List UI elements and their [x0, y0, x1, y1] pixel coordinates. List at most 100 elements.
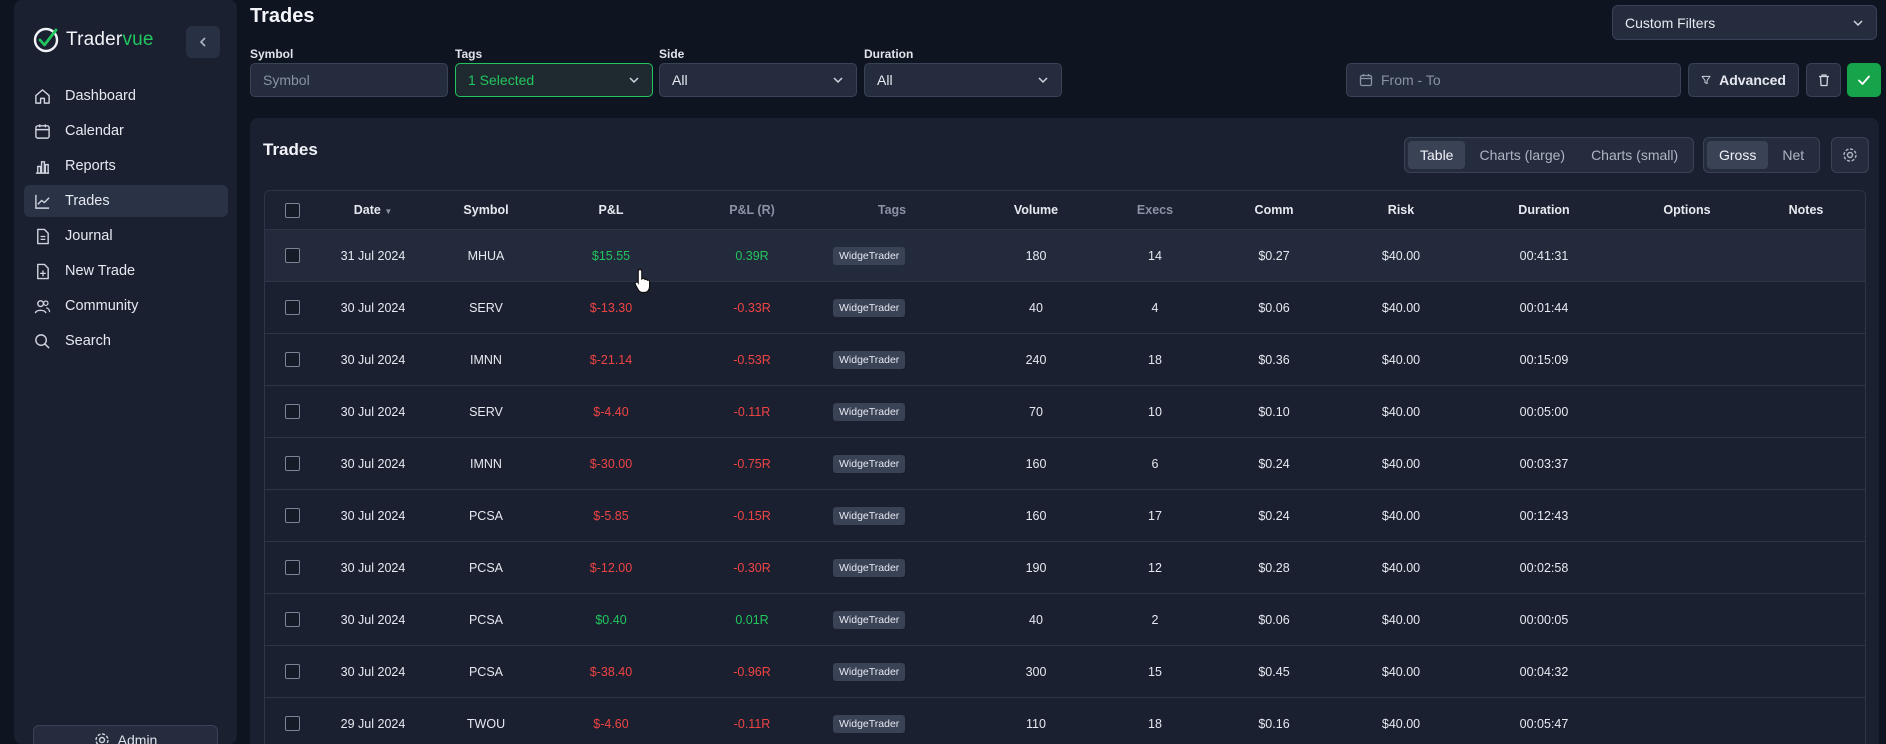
custom-filters-dropdown[interactable]: Custom Filters	[1612, 5, 1877, 40]
cell-symbol[interactable]: PCSA	[427, 509, 545, 523]
tab-gross[interactable]: Gross	[1707, 141, 1769, 169]
cell-volume: 240	[1025, 352, 1047, 367]
sidebar-item-trades[interactable]: Trades	[24, 185, 228, 217]
sidebar-item-search[interactable]: Search	[24, 325, 228, 357]
table-row[interactable]: 29 Jul 2024 TWOU $-4.60 -0.11R WidgeTrader 11…	[265, 698, 1865, 744]
cell-symbol[interactable]: PCSA	[427, 561, 545, 575]
cell-symbol[interactable]: TWOU	[427, 717, 545, 731]
cell-date: 30 Jul 2024	[340, 508, 406, 523]
tab-net[interactable]: Net	[1770, 141, 1816, 169]
column-date[interactable]: Date ▼	[319, 203, 427, 217]
tag-badge[interactable]: WidgeTrader	[833, 350, 906, 369]
table-body: 31 Jul 2024 MHUA $15.55 0.39R WidgeTrader 180…	[265, 230, 1865, 744]
cell-pnl-r: -0.30R	[733, 560, 771, 575]
table-row[interactable]: 31 Jul 2024 MHUA $15.55 0.39R WidgeTrader 180…	[265, 230, 1865, 282]
row-checkbox[interactable]	[284, 612, 300, 627]
cell-risk: $40.00	[1381, 404, 1421, 419]
row-checkbox[interactable]	[284, 664, 300, 679]
column-volume[interactable]: Volume	[957, 203, 1115, 217]
column-pnl[interactable]: P&L	[545, 203, 677, 217]
cell-duration: 00:15:09	[1519, 352, 1569, 367]
table-row[interactable]: 30 Jul 2024 PCSA $-38.40 -0.96R WidgeTrader 3…	[265, 646, 1865, 698]
row-checkbox[interactable]	[284, 716, 300, 731]
cell-pnl: $0.40	[595, 612, 627, 627]
admin-button[interactable]: Admin	[33, 725, 218, 744]
tab-charts-small[interactable]: Charts (small)	[1579, 141, 1690, 169]
row-checkbox[interactable]	[284, 352, 300, 367]
table-row[interactable]: 30 Jul 2024 PCSA $0.40 0.01R WidgeTrader 40 2 $…	[265, 594, 1865, 646]
tab-table-view[interactable]: Table	[1408, 141, 1466, 169]
cell-symbol[interactable]: SERV	[427, 301, 545, 315]
table-row[interactable]: 30 Jul 2024 IMNN $-21.14 -0.53R WidgeTrader 2…	[265, 334, 1865, 386]
table-settings-button[interactable]	[1831, 137, 1869, 173]
cell-symbol[interactable]: MHUA	[427, 249, 545, 263]
row-checkbox[interactable]	[284, 456, 300, 471]
sidebar-item-journal[interactable]: Journal	[24, 220, 228, 252]
tab-charts-large[interactable]: Charts (large)	[1467, 141, 1577, 169]
sidebar-item-calendar[interactable]: Calendar	[24, 115, 228, 147]
collapse-sidebar-button[interactable]	[186, 26, 220, 58]
advanced-filter-button[interactable]: Advanced	[1688, 63, 1799, 97]
row-checkbox[interactable]	[284, 560, 300, 575]
column-comm[interactable]: Comm	[1195, 203, 1353, 217]
row-select-cell	[265, 300, 319, 315]
gear-icon	[94, 733, 109, 744]
trend-line-icon	[35, 194, 50, 209]
row-checkbox[interactable]	[284, 300, 300, 315]
cell-pnl: $-30.00	[589, 456, 633, 471]
apply-filters-button[interactable]	[1847, 63, 1881, 97]
table-row[interactable]: 30 Jul 2024 SERV $-13.30 -0.33R WidgeTrader 4…	[265, 282, 1865, 334]
duration-select[interactable]: All	[864, 63, 1062, 97]
cell-symbol[interactable]: PCSA	[427, 613, 545, 627]
side-select[interactable]: All	[659, 63, 857, 97]
brand-logo[interactable]: Tradervue	[32, 26, 154, 54]
tag-badge[interactable]: WidgeTrader	[833, 402, 906, 421]
column-duration[interactable]: Duration	[1449, 203, 1639, 217]
table-row[interactable]: 30 Jul 2024 PCSA $-12.00 -0.30R WidgeTrader 1…	[265, 542, 1865, 594]
row-select-cell	[265, 248, 319, 263]
file-plus-icon	[37, 263, 49, 279]
cell-symbol[interactable]: SERV	[427, 405, 545, 419]
cell-duration: 00:12:43	[1519, 508, 1569, 523]
date-range-input[interactable]: From - To	[1346, 63, 1681, 97]
tags-select[interactable]: 1 Selected	[455, 63, 653, 97]
tag-badge[interactable]: WidgeTrader	[833, 454, 906, 473]
row-select-cell	[265, 560, 319, 575]
symbol-input[interactable]: Symbol	[250, 63, 448, 97]
tag-badge[interactable]: WidgeTrader	[833, 610, 906, 629]
cell-date: 30 Jul 2024	[340, 456, 406, 471]
view-mode-toggle: Table Charts (large) Charts (small)	[1404, 137, 1695, 173]
table-row[interactable]: 30 Jul 2024 PCSA $-5.85 -0.15R WidgeTrader 16…	[265, 490, 1865, 542]
table-row[interactable]: 30 Jul 2024 SERV $-4.40 -0.11R WidgeTrader 70…	[265, 386, 1865, 438]
cell-symbol[interactable]: PCSA	[427, 665, 545, 679]
tag-badge[interactable]: WidgeTrader	[833, 506, 906, 525]
tag-badge[interactable]: WidgeTrader	[833, 558, 906, 577]
column-symbol[interactable]: Symbol	[427, 203, 545, 217]
trades-table: Date ▼ Symbol P&L P&L (R) Tags Volume Ex…	[264, 190, 1866, 744]
clear-filters-button[interactable]	[1806, 63, 1841, 97]
sidebar-item-dashboard[interactable]: Dashboard	[24, 80, 228, 112]
table-row[interactable]: 30 Jul 2024 IMNN $-30.00 -0.75R WidgeTrader 1…	[265, 438, 1865, 490]
sidebar-item-new-trade[interactable]: New Trade	[24, 255, 228, 287]
cell-date: 30 Jul 2024	[340, 352, 406, 367]
column-pnl-r[interactable]: P&L (R)	[677, 203, 827, 217]
select-all-checkbox[interactable]	[284, 202, 300, 218]
sidebar-item-reports[interactable]: Reports	[24, 150, 228, 182]
tag-badge[interactable]: WidgeTrader	[833, 246, 906, 265]
cell-duration: 00:03:37	[1519, 456, 1569, 471]
row-checkbox[interactable]	[284, 404, 300, 419]
tag-badge[interactable]: WidgeTrader	[833, 662, 906, 681]
duration-select-value: All	[877, 72, 893, 88]
sidebar-item-community[interactable]: Community	[24, 290, 228, 322]
column-risk[interactable]: Risk	[1353, 203, 1449, 217]
column-execs[interactable]: Execs	[1115, 203, 1195, 217]
tag-badge[interactable]: WidgeTrader	[833, 298, 906, 317]
cell-symbol[interactable]: IMNN	[427, 353, 545, 367]
cell-symbol[interactable]: IMNN	[427, 457, 545, 471]
tag-badge[interactable]: WidgeTrader	[833, 714, 906, 733]
row-checkbox[interactable]	[284, 508, 300, 523]
row-checkbox[interactable]	[284, 248, 300, 263]
date-range-placeholder: From - To	[1381, 72, 1441, 88]
side-filter-label: Side	[659, 47, 685, 61]
chevron-down-icon	[833, 77, 843, 84]
